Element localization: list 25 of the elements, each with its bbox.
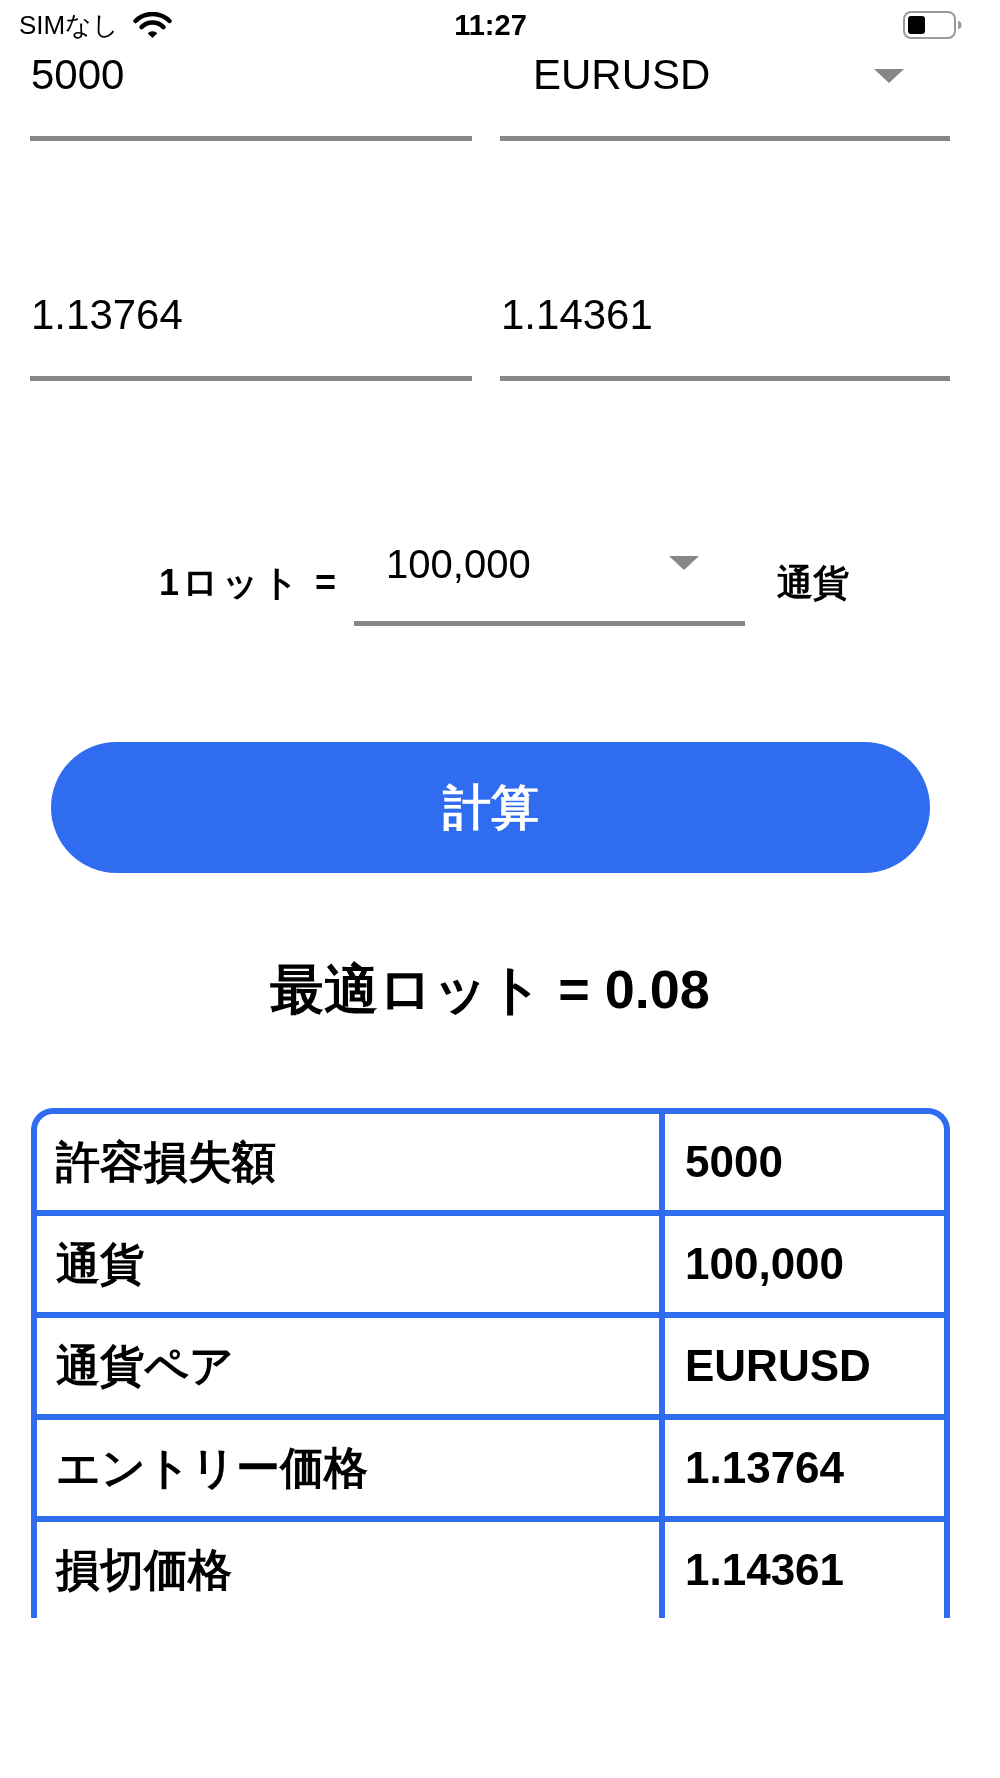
table-cell: 1.13764 [665, 1414, 944, 1516]
battery-icon [903, 11, 962, 39]
unit-label: 通貨 [777, 563, 850, 603]
table-cell: 許容損失額 [37, 1114, 665, 1210]
dropdown-field[interactable]: EURUSD [500, 50, 950, 141]
table-cell: 100,000 [665, 1210, 944, 1312]
table-cell: エントリー価格 [37, 1414, 665, 1516]
clock-text: 11:27 [454, 9, 527, 41]
table-cell: 損切価格 [37, 1516, 665, 1618]
carrier-text: SIMなし [19, 10, 120, 40]
input-field[interactable]: 1.13764 [30, 290, 472, 381]
caret-icon [874, 69, 904, 83]
input-field[interactable]: 1.14361 [500, 290, 950, 381]
dropdown-field[interactable]: 100,000 [354, 539, 746, 626]
input-field[interactable]: 5000 [30, 50, 472, 141]
wifi-icon [133, 11, 173, 39]
result-text: 最適ロット = 0.08 [270, 958, 710, 1021]
caret-icon [669, 556, 700, 570]
lot-label: 1ロット = [159, 563, 340, 603]
calculate-button[interactable]: 計算 [51, 742, 930, 873]
table-cell: 1.14361 [665, 1516, 944, 1618]
table-cell: 通貨ペア [37, 1312, 665, 1414]
table-cell: EURUSD [665, 1312, 944, 1414]
table-cell: 通貨 [37, 1210, 665, 1312]
table-cell-text: 5000 [684, 1136, 784, 1188]
